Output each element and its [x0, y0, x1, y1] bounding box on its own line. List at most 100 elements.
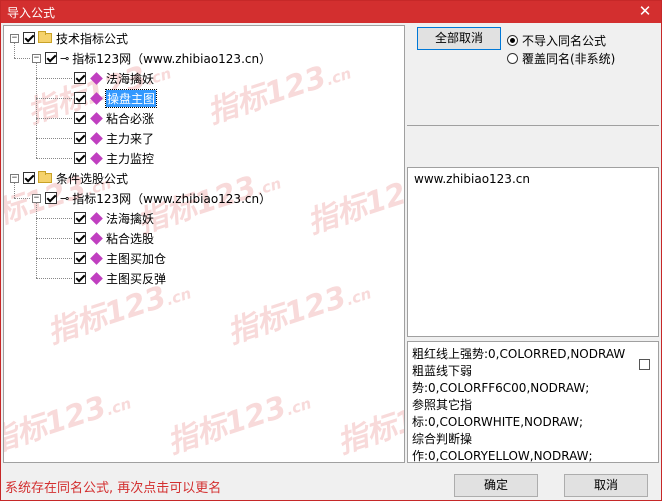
tree-connector: [14, 58, 30, 59]
formula-icon: [90, 91, 103, 105]
formula-tree[interactable]: 指标123.cn 指标123.cn 指标123.cn 指标123.cn 指标123.cn…: [3, 25, 405, 463]
code-line: 综合判断操: [412, 432, 473, 446]
collapse-icon[interactable]: −: [32, 53, 41, 63]
tree-item-label: 技术指标公式: [56, 31, 129, 46]
window-title: 导入公式: [7, 6, 56, 20]
import-formula-dialog: 导入公式 ✕ 指标123.cn 指标123.cn 指标123.cn 指标123.cn 指…: [0, 0, 662, 501]
tree-item-label: 主力来了: [106, 131, 155, 146]
watermark: 指标123.cn: [223, 279, 374, 351]
formula-code: 粗红线上强势:0,COLORRED,NODRAW; 粗蓝线下弱势:0,COLORF…: [412, 346, 626, 465]
tree-checkbox[interactable]: [74, 252, 86, 264]
formula-icon: [90, 231, 103, 245]
formula-icon: [90, 251, 103, 265]
tree-checkbox[interactable]: [74, 92, 86, 104]
tree-connector: [36, 63, 37, 158]
radio-no-import[interactable]: 不导入同名公式: [507, 32, 606, 49]
tree-connector: [36, 278, 72, 279]
key-icon: ⊸: [60, 191, 70, 205]
radio-no-import-label: 不导入同名公式: [522, 34, 607, 48]
code-line: 粗蓝线下弱: [412, 364, 473, 378]
tree-checkbox[interactable]: [45, 52, 57, 64]
formula-icon: [90, 211, 103, 225]
folder-icon: [38, 171, 52, 183]
tree-formula-item[interactable]: 操盘主图: [74, 88, 158, 108]
tree-folder-item[interactable]: − 条件选股公式: [10, 169, 128, 187]
tree-item-label: 法海擒妖: [106, 71, 155, 86]
tree-checkbox[interactable]: [74, 232, 86, 244]
folder-icon: [38, 31, 52, 43]
tree-formula-item[interactable]: 主力来了: [74, 129, 154, 147]
tree-formula-item[interactable]: 主图买加仓: [74, 249, 166, 267]
tree-connector: [36, 98, 72, 99]
status-message: 系统存在同名公式, 再次点击可以更名: [5, 481, 222, 496]
tree-item-label: 指标123网（www.zhibiao123.cn）: [72, 191, 272, 206]
code-line: 参照其它指: [412, 398, 473, 412]
tree-formula-item[interactable]: 主图买反弹: [74, 269, 166, 287]
tree-item-label: 操盘主图: [104, 88, 158, 108]
tree-group-item[interactable]: − ⊸ 指标123网（www.zhibiao123.cn）: [32, 189, 271, 207]
collapse-icon[interactable]: −: [10, 33, 19, 43]
tree-connector: [36, 218, 72, 219]
description-panel: www.zhibiao123.cn: [407, 167, 659, 337]
tree-item-label: 法海擒妖: [106, 211, 155, 226]
tree-item-label: 主图买反弹: [106, 271, 167, 286]
tree-item-label: 主图买加仓: [106, 251, 167, 266]
tree-checkbox[interactable]: [74, 112, 86, 124]
tree-formula-item[interactable]: 法海擒妖: [74, 69, 154, 87]
tree-item-label: 指标123网（www.zhibiao123.cn）: [72, 51, 272, 66]
key-icon: ⊸: [60, 51, 70, 65]
cancel-all-button[interactable]: 全部取消: [417, 27, 501, 50]
tree-checkbox[interactable]: [23, 32, 35, 44]
tree-connector: [14, 183, 15, 198]
tree-connector: [36, 258, 72, 259]
watermark: 指标123.cn: [163, 389, 314, 461]
description-url: www.zhibiao123.cn: [414, 172, 530, 186]
tree-checkbox[interactable]: [74, 272, 86, 284]
tree-formula-item[interactable]: 粘合必涨: [74, 109, 154, 127]
formula-code-panel[interactable]: 粗红线上强势:0,COLORRED,NODRAW; 粗蓝线下弱势:0,COLORF…: [407, 341, 659, 463]
close-icon[interactable]: ✕: [637, 3, 653, 19]
collapse-icon[interactable]: −: [10, 173, 19, 183]
tree-checkbox[interactable]: [23, 172, 35, 184]
code-line: 势:0,COLORFF6C00,NODRAW;: [412, 381, 590, 395]
tree-connector: [36, 158, 72, 159]
formula-icon: [90, 131, 103, 145]
radio-overwrite-label: 覆盖同名(非系统): [522, 52, 616, 66]
tree-formula-item[interactable]: 主力监控: [74, 149, 154, 167]
collapse-icon[interactable]: −: [32, 193, 41, 203]
formula-icon: [90, 151, 103, 165]
code-line: 标:0,COLORWHITE,NODRAW;: [412, 415, 584, 429]
tree-connector: [14, 198, 30, 199]
tree-formula-item[interactable]: 法海擒妖: [74, 209, 154, 227]
tree-connector: [36, 118, 72, 119]
tree-folder-item[interactable]: − 技术指标公式: [10, 29, 128, 47]
code-scroll-checkbox[interactable]: [639, 359, 650, 370]
code-line: 作:0,COLORYELLOW,NODRAW;: [412, 449, 593, 463]
tree-item-label: 粘合选股: [106, 231, 155, 246]
tree-item-label: 主力监控: [106, 151, 155, 166]
separator: [407, 125, 659, 126]
tree-connector: [14, 43, 15, 58]
radio-overwrite-indicator[interactable]: [507, 53, 518, 64]
watermark: 指标123.cn: [3, 389, 134, 461]
radio-overwrite[interactable]: 覆盖同名(非系统): [507, 50, 615, 67]
tree-checkbox[interactable]: [74, 212, 86, 224]
tree-checkbox[interactable]: [74, 152, 86, 164]
code-line: 粗红线上强势:0,COLORRED,NODRAW;: [412, 347, 626, 361]
formula-icon: [90, 111, 103, 125]
tree-connector: [36, 238, 72, 239]
watermark: 指标123.cn: [333, 389, 405, 461]
tree-item-label: 条件选股公式: [56, 171, 129, 186]
tree-connector: [36, 138, 72, 139]
watermark: 指标123.cn: [303, 169, 405, 241]
formula-icon: [90, 271, 103, 285]
tree-formula-item[interactable]: 粘合选股: [74, 229, 154, 247]
ok-button[interactable]: 确定: [454, 474, 538, 497]
title-bar: 导入公式 ✕: [1, 1, 661, 23]
tree-group-item[interactable]: − ⊸ 指标123网（www.zhibiao123.cn）: [32, 49, 271, 67]
tree-checkbox[interactable]: [45, 192, 57, 204]
cancel-button[interactable]: 取消: [564, 474, 648, 497]
radio-no-import-indicator[interactable]: [507, 35, 518, 46]
tree-checkbox[interactable]: [74, 72, 86, 84]
tree-checkbox[interactable]: [74, 132, 86, 144]
